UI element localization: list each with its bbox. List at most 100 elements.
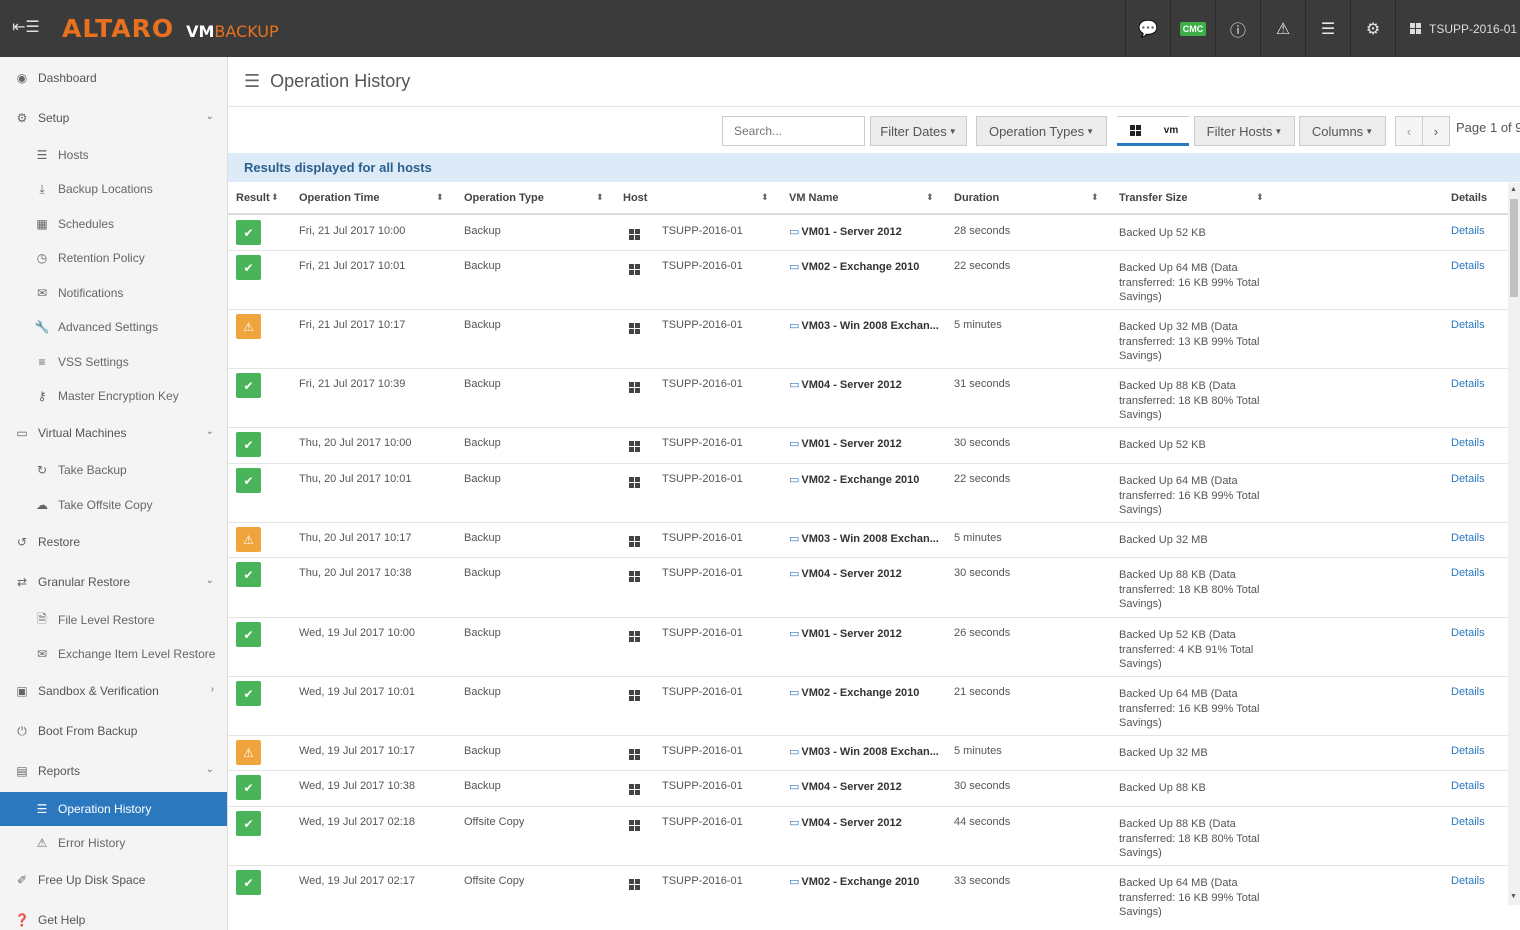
sidebar-item-master-encryption-key[interactable]: ⚷ Master Encryption Key [0, 379, 227, 413]
vm-name[interactable]: ▭ VM04 - Server 2012 [789, 378, 902, 391]
server-icon[interactable]: ☰ [1305, 0, 1350, 57]
operation-time: Wed, 19 Jul 2017 10:01 [299, 686, 415, 698]
column-header-vm-name[interactable]: VM Name [789, 192, 839, 204]
vm-name[interactable]: ▭ VM02 - Exchange 2010 [789, 260, 919, 273]
sidebar-item-sandbox-verification[interactable]: ▣ Sandbox & Verification › [0, 674, 227, 708]
sidebar-item-get-help[interactable]: ❓ Get Help [0, 903, 227, 930]
details-link[interactable]: Details [1451, 745, 1485, 757]
operation-time: Fri, 21 Jul 2017 10:39 [299, 378, 406, 390]
vm-name[interactable]: ▭ VM02 - Exchange 2010 [789, 686, 919, 699]
sidebar-item-exchange-item-level-restore[interactable]: ✉ Exchange Item Level Restore [0, 637, 227, 671]
details-link[interactable]: Details [1451, 686, 1485, 698]
sort-icon[interactable]: ⬍ [926, 192, 934, 203]
success-check-icon: ✔ [236, 432, 261, 457]
details-link[interactable]: Details [1451, 816, 1485, 828]
scroll-down-arrow-icon[interactable]: ▼ [1510, 893, 1517, 900]
sidebar-item-restore[interactable]: ↺ Restore [0, 525, 227, 559]
details-link[interactable]: Details [1451, 780, 1485, 792]
prev-page-button[interactable]: ‹ [1395, 116, 1423, 146]
details-link[interactable]: Details [1451, 473, 1485, 485]
operation-types-button[interactable]: Operation Types ▼ [976, 116, 1107, 146]
sidebar-item-granular-restore[interactable]: ⇄ Granular Restore ⌄ [0, 565, 227, 599]
search-input[interactable] [722, 116, 865, 146]
details-link[interactable]: Details [1451, 437, 1485, 449]
vmware-toggle[interactable]: vm [1153, 116, 1189, 146]
sidebar-item-backup-locations[interactable]: ⤓ Backup Locations [0, 172, 227, 206]
vm-name[interactable]: ▭ VM03 - Win 2008 Exchan... [789, 745, 939, 758]
sidebar-item-vss-settings[interactable]: ≡ VSS Settings [0, 345, 227, 379]
column-header-transfer-size[interactable]: Transfer Size [1119, 192, 1187, 204]
sidebar-item-hosts[interactable]: ☰ Hosts [0, 138, 227, 172]
chat-icon[interactable]: 💬 [1125, 0, 1170, 57]
sidebar-item-error-history[interactable]: ⚠ Error History [0, 826, 227, 860]
details-link[interactable]: Details [1451, 378, 1485, 390]
vm-name[interactable]: ▭ VM01 - Server 2012 [789, 627, 902, 640]
sidebar-item-take-backup[interactable]: ↻ Take Backup [0, 453, 227, 487]
sidebar-item-operation-history[interactable]: ☰ Operation History [0, 792, 227, 826]
details-link[interactable]: Details [1451, 875, 1485, 887]
info-icon[interactable]: ⓘ [1215, 0, 1260, 57]
sidebar-item-reports[interactable]: ▤ Reports ⌄ [0, 754, 227, 788]
details-link[interactable]: Details [1451, 627, 1485, 639]
vm-name[interactable]: ▭ VM03 - Win 2008 Exchan... [789, 319, 939, 332]
menu-toggle-icon[interactable]: ⇤☰ [12, 20, 40, 36]
sidebar-item-retention-policy[interactable]: ◷ Retention Policy [0, 241, 227, 275]
sidebar: ◉ Dashboard ⚙ Setup ⌄ ☰ Hosts ⤓ Backup L… [0, 57, 228, 930]
warning-triangle-icon: ⚠ [236, 740, 261, 765]
details-link[interactable]: Details [1451, 260, 1485, 272]
cmc-button[interactable]: CMC [1170, 0, 1215, 57]
column-header-operation-time[interactable]: Operation Time [299, 192, 379, 204]
sort-icon[interactable]: ⬍ [761, 192, 769, 203]
vm-name[interactable]: ▭ VM04 - Server 2012 [789, 780, 902, 793]
column-header-duration[interactable]: Duration [954, 192, 999, 204]
sidebar-item-dashboard[interactable]: ◉ Dashboard [0, 61, 227, 95]
sort-icon[interactable]: ⬍ [271, 192, 279, 203]
scroll-up-arrow-icon[interactable]: ▲ [1510, 186, 1517, 193]
sidebar-item-advanced-settings[interactable]: 🔧 Advanced Settings [0, 310, 227, 344]
sidebar-item-setup[interactable]: ⚙ Setup ⌄ [0, 101, 227, 135]
filter-hosts-button[interactable]: Filter Hosts ▼ [1194, 116, 1295, 146]
dashboard-icon: ◉ [16, 71, 28, 85]
table-row: ✔ Fri, 21 Jul 2017 10:01 Backup TSUPP-20… [228, 251, 1508, 310]
details-link[interactable]: Details [1451, 567, 1485, 579]
operation-type: Backup [464, 378, 501, 390]
sidebar-item-boot-from-backup[interactable]: ⏻ Boot From Backup [0, 714, 227, 748]
details-link[interactable]: Details [1451, 319, 1485, 331]
sidebar-item-file-level-restore[interactable]: 🗎 File Level Restore [0, 603, 227, 637]
sort-icon[interactable]: ⬍ [436, 192, 444, 203]
table-scrollbar[interactable]: ▲ ▼ [1508, 183, 1520, 905]
operation-time: Wed, 19 Jul 2017 10:38 [299, 780, 415, 792]
sidebar-item-free-up-disk-space[interactable]: ✐ Free Up Disk Space [0, 863, 227, 897]
scroll-thumb[interactable] [1510, 199, 1518, 297]
columns-button[interactable]: Columns ▼ [1299, 116, 1386, 146]
warning-icon[interactable]: ⚠ [1260, 0, 1305, 57]
sidebar-item-take-offsite-copy[interactable]: ☁ Take Offsite Copy [0, 488, 227, 522]
vm-name[interactable]: ▭ VM02 - Exchange 2010 [789, 473, 919, 486]
vm-name[interactable]: ▭ VM04 - Server 2012 [789, 567, 902, 580]
column-header-operation-type[interactable]: Operation Type [464, 192, 544, 204]
column-header-result[interactable]: Result [236, 192, 270, 204]
vm-name[interactable]: ▭ VM02 - Exchange 2010 [789, 875, 919, 888]
column-header-host[interactable]: Host [623, 192, 647, 204]
sidebar-item-notifications[interactable]: ✉ Notifications [0, 276, 227, 310]
vm-name[interactable]: ▭ VM01 - Server 2012 [789, 437, 902, 450]
next-page-button[interactable]: › [1422, 116, 1450, 146]
sort-icon[interactable]: ⬍ [596, 192, 604, 203]
details-link[interactable]: Details [1451, 225, 1485, 237]
sidebar-item-virtual-machines[interactable]: ▭ Virtual Machines ⌄ [0, 416, 227, 450]
details-link[interactable]: Details [1451, 532, 1485, 544]
caret-down-icon: ▼ [1365, 126, 1374, 136]
vm-name[interactable]: ▭ VM03 - Win 2008 Exchan... [789, 532, 939, 545]
operation-time: Thu, 20 Jul 2017 10:00 [299, 437, 412, 449]
windows-toggle[interactable] [1117, 116, 1153, 146]
sidebar-item-schedules[interactable]: ▦ Schedules [0, 207, 227, 241]
filter-dates-button[interactable]: Filter Dates ▼ [870, 116, 967, 146]
transfer-size: Backed Up 32 MB [1119, 747, 1208, 759]
monitor-icon: ▭ [789, 628, 800, 640]
vm-name[interactable]: ▭ VM04 - Server 2012 [789, 816, 902, 829]
sort-icon[interactable]: ⬍ [1091, 192, 1099, 203]
settings-gear-icon[interactable]: ⚙ [1350, 0, 1395, 57]
vm-name[interactable]: ▭ VM01 - Server 2012 [789, 225, 902, 238]
sort-icon[interactable]: ⬍ [1256, 192, 1264, 203]
host-selector[interactable]: TSUPP-2016-01 [1395, 0, 1520, 57]
